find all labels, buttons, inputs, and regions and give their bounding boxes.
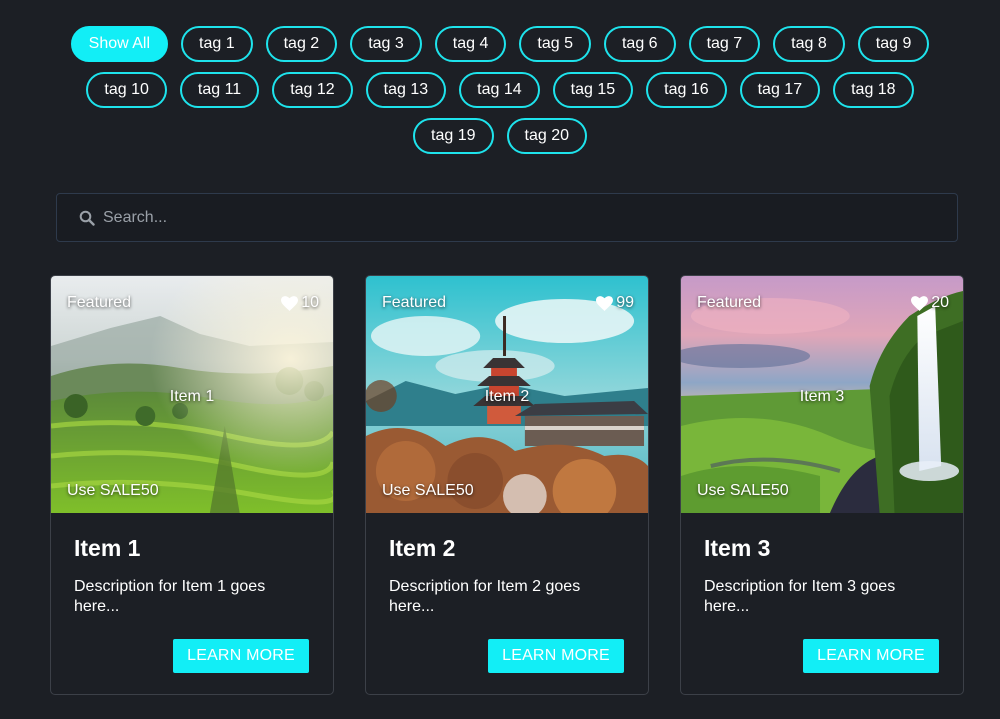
- tag-button-19[interactable]: tag 19: [413, 118, 494, 154]
- card-body: Item 3 Description for Item 3 goes here.…: [681, 535, 963, 617]
- image-caption: Item 2: [484, 388, 530, 405]
- tag-button-10[interactable]: tag 10: [86, 72, 167, 108]
- promo-code: Use SALE50: [67, 482, 159, 499]
- tag-button-4[interactable]: tag 4: [434, 26, 507, 62]
- like-count: 10: [301, 294, 319, 311]
- card-description: Description for Item 1 goes here...: [74, 578, 266, 615]
- tag-button-3[interactable]: tag 3: [350, 26, 422, 62]
- card-title: Item 2: [389, 535, 456, 561]
- tag-button-8[interactable]: tag 8: [773, 26, 845, 62]
- page: Show All tag 1 tag 2 tag 3 tag 4 tag 5 t…: [0, 0, 1000, 719]
- heart-icon: [596, 295, 614, 311]
- image-caption: Item 3: [799, 388, 845, 405]
- like-counter[interactable]: 99: [596, 294, 634, 312]
- like-count: 20: [931, 294, 949, 311]
- image-caption: Item 1: [169, 388, 215, 405]
- card-image-waterfall: Featured 20 Item 3 Use SALE50: [681, 276, 963, 513]
- like-counter[interactable]: 20: [911, 294, 949, 312]
- card-title: Item 1: [74, 535, 141, 561]
- search-bar: [56, 193, 958, 242]
- tag-button-12[interactable]: tag 12: [272, 72, 353, 108]
- tag-button-14[interactable]: tag 14: [459, 72, 540, 108]
- tag-button-show-all[interactable]: Show All: [70, 26, 169, 62]
- tag-button-16[interactable]: tag 16: [646, 72, 727, 108]
- tag-button-20[interactable]: tag 20: [506, 118, 587, 154]
- featured-badge: Featured: [697, 294, 762, 311]
- card-image-rice-terraces: Featured 10 Item 1 Use SALE50: [51, 276, 333, 513]
- like-counter[interactable]: 10: [281, 294, 319, 312]
- tag-button-7[interactable]: tag 7: [688, 26, 761, 62]
- tag-button-15[interactable]: tag 15: [552, 72, 634, 108]
- heart-icon: [281, 295, 299, 311]
- promo-code: Use SALE50: [382, 482, 474, 499]
- tag-button-18[interactable]: tag 18: [833, 72, 914, 108]
- card-image-japanese-pagoda: Featured 99 Item 2 Use SALE50: [366, 276, 648, 513]
- tag-button-5[interactable]: tag 5: [519, 26, 591, 62]
- promo-code: Use SALE50: [697, 482, 789, 499]
- tag-button-2[interactable]: tag 2: [265, 26, 338, 62]
- card-body: Item 1 Description for Item 1 goes here.…: [51, 535, 333, 617]
- tag-button-6[interactable]: tag 6: [603, 26, 676, 62]
- featured-badge: Featured: [67, 294, 132, 311]
- tag-button-1[interactable]: tag 1: [181, 26, 253, 62]
- card-title: Item 3: [704, 535, 771, 561]
- tag-button-17[interactable]: tag 17: [739, 72, 821, 108]
- search-input[interactable]: [103, 194, 957, 241]
- search-icon: [79, 210, 95, 226]
- item-card: Featured 20 Item 3 Use SALE50 Item 3 Des…: [680, 275, 964, 695]
- learn-more-button[interactable]: LEARN MORE: [488, 639, 624, 673]
- like-count: 99: [616, 294, 634, 311]
- item-card: Featured 99 Item 2 Use SALE50 Item 2 Des…: [365, 275, 649, 695]
- tag-button-9[interactable]: tag 9: [857, 26, 930, 62]
- heart-icon: [911, 295, 929, 311]
- learn-more-button[interactable]: LEARN MORE: [173, 639, 309, 673]
- tag-filter-bar: Show All tag 1 tag 2 tag 3 tag 4 tag 5 t…: [40, 26, 960, 154]
- card-body: Item 2 Description for Item 2 goes here.…: [366, 535, 648, 617]
- tag-button-13[interactable]: tag 13: [365, 72, 447, 108]
- item-card: Featured 10 Item 1 Use SALE50 Item 1 Des…: [50, 275, 334, 695]
- featured-badge: Featured: [382, 294, 447, 311]
- learn-more-button[interactable]: LEARN MORE: [803, 639, 939, 673]
- tag-button-11[interactable]: tag 11: [179, 72, 260, 108]
- card-description: Description for Item 3 goes here...: [704, 578, 896, 615]
- card-description: Description for Item 2 goes here...: [389, 578, 581, 615]
